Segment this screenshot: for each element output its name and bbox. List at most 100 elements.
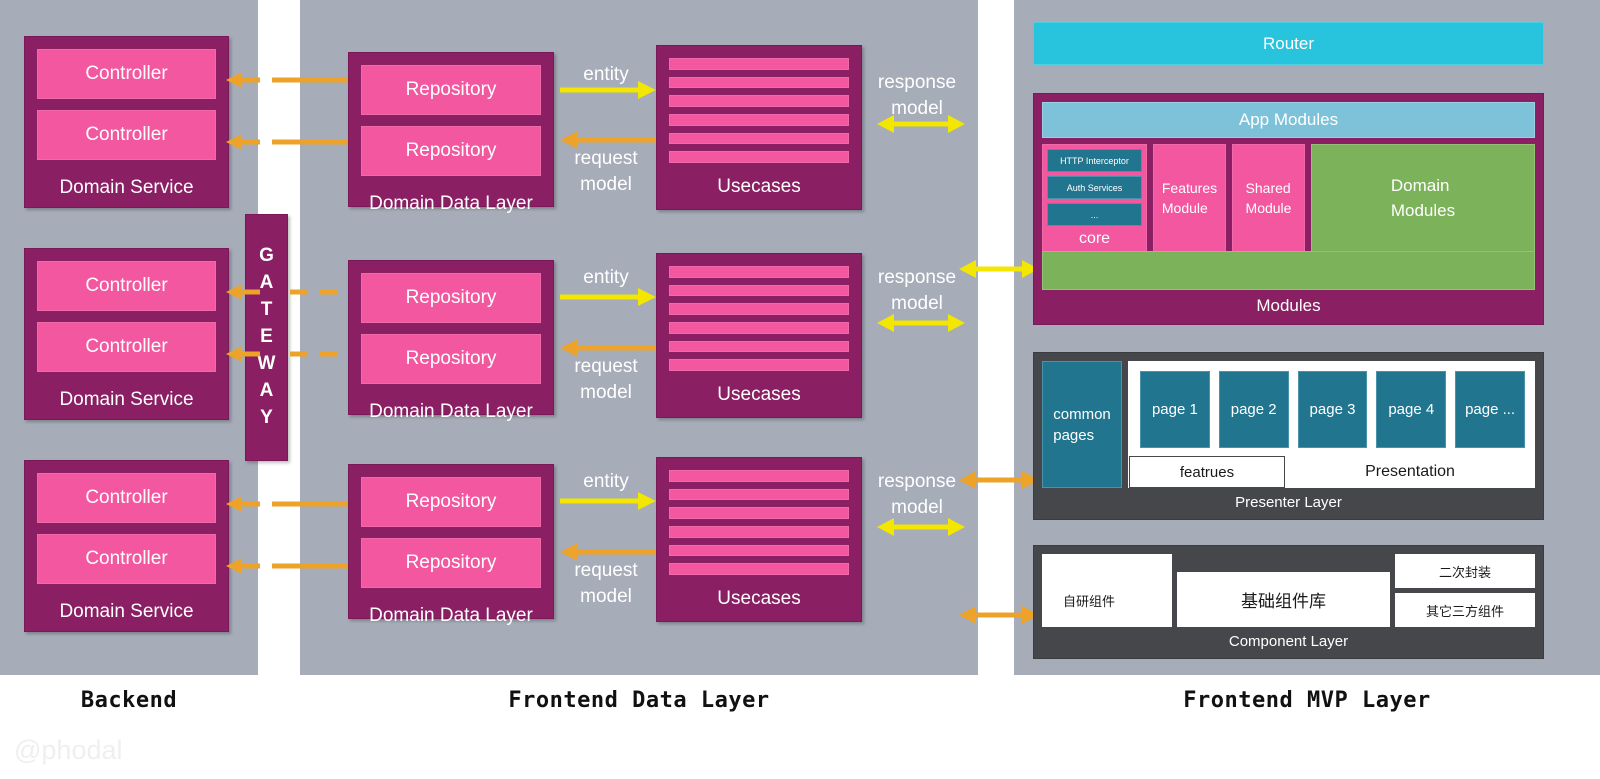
presenter-row: common pages page 1 page 2 page 3 page 4… (1042, 361, 1535, 488)
modules-link-arrow (958, 258, 1040, 280)
dashed-arrow-left (222, 344, 262, 364)
page-box[interactable]: page ... (1455, 371, 1525, 448)
wrapped-components-box[interactable]: 二次封装 (1395, 554, 1535, 588)
domain-service-title: Domain Service (59, 389, 194, 410)
component-link-arrow (958, 604, 1040, 626)
base-component-library-box[interactable]: 基础组件库 (1177, 572, 1390, 627)
domain-service-title: Domain Service (59, 601, 194, 622)
domain-data-layer-title: Domain Data Layer (369, 401, 533, 422)
entity-arrow (560, 80, 660, 100)
request-model-label: request model (574, 356, 638, 403)
controller-box[interactable]: Controller (37, 534, 216, 584)
presentation-area: page 1 page 2 page 3 page 4 page ... fea… (1128, 361, 1535, 488)
shared-module-box[interactable]: Shared Module (1232, 144, 1305, 253)
response-model-double-arrow (876, 113, 966, 135)
router-box[interactable]: Router (1033, 22, 1544, 65)
domain-service-group[interactable]: Controller Controller Domain Service (24, 36, 229, 208)
auth-services-box[interactable]: Auth Services (1047, 176, 1142, 200)
usecase-bar[interactable] (669, 507, 849, 520)
usecases-title: Usecases (717, 384, 801, 406)
domain-data-layer-group[interactable]: Repository Repository Domain Data Layer (348, 52, 554, 214)
presenter-layer[interactable]: common pages page 1 page 2 page 3 page 4… (1033, 352, 1544, 520)
component-row: 自研组件 基础组件库 二次封装 其它三方组件 (1042, 554, 1535, 627)
usecases-title: Usecases (717, 588, 801, 610)
controller-box[interactable]: Controller (37, 110, 216, 160)
watermark: @phodal (14, 735, 123, 765)
gateway-letter: G (259, 245, 274, 267)
domain-modules-box[interactable]: Domain Modules (1311, 144, 1535, 253)
modules-caption: Modules (1256, 296, 1321, 315)
domain-service-title: Domain Service (59, 177, 194, 198)
usecase-bar[interactable] (669, 359, 849, 372)
domain-data-layer-title: Domain Data Layer (369, 193, 533, 214)
component-right-column: 二次封装 其它三方组件 (1395, 554, 1535, 627)
core-ellipsis-box[interactable]: ... (1047, 203, 1142, 227)
usecases-group[interactable]: Usecases (656, 253, 862, 418)
page-box[interactable]: page 4 (1376, 371, 1447, 448)
domain-service-group[interactable]: Controller Controller Domain Service (24, 460, 229, 632)
usecase-bar[interactable] (669, 340, 849, 353)
repository-box[interactable]: Repository (361, 477, 541, 527)
domain-modules-extension (1042, 251, 1535, 290)
usecase-bar[interactable] (669, 266, 849, 278)
domain-data-layer-group[interactable]: Repository Repository Domain Data Layer (348, 464, 554, 626)
core-module-box[interactable]: HTTP Interceptor Auth Services ... core (1042, 144, 1147, 253)
common-pages-box[interactable]: common pages (1042, 361, 1122, 488)
self-built-components-box[interactable]: 自研组件 (1042, 554, 1172, 627)
presenter-layer-caption: Presenter Layer (1235, 494, 1342, 511)
usecase-bar[interactable] (669, 95, 849, 108)
panel-label-backend: Backend (80, 688, 178, 713)
gateway-letter: E (260, 326, 273, 348)
controller-box[interactable]: Controller (37, 49, 216, 99)
domain-data-layer-title: Domain Data Layer (369, 605, 533, 626)
usecase-bar[interactable] (669, 322, 849, 334)
featrues-box[interactable]: featrues (1129, 456, 1285, 488)
usecase-bar[interactable] (669, 470, 849, 482)
features-module-box[interactable]: Features Module (1153, 144, 1226, 253)
usecase-bar[interactable] (669, 132, 849, 145)
panel-label-frontend-data-layer: Frontend Data Layer (508, 688, 770, 713)
usecase-bar[interactable] (669, 58, 849, 70)
dashed-arrow-left (222, 282, 262, 302)
third-party-components-box[interactable]: 其它三方组件 (1395, 593, 1535, 627)
usecase-bar[interactable] (669, 151, 849, 164)
usecase-bar[interactable] (669, 563, 849, 576)
usecase-bar[interactable] (669, 303, 849, 316)
diagram-canvas: Controller Controller Domain Service Con… (0, 0, 1600, 779)
usecase-bar[interactable] (669, 284, 849, 297)
component-layer-caption: Component Layer (1228, 633, 1349, 650)
usecases-group[interactable]: Usecases (656, 457, 862, 622)
response-model-double-arrow (876, 516, 966, 538)
request-model-label: request model (574, 560, 638, 607)
app-modules-box[interactable]: App Modules (1042, 102, 1535, 139)
repository-box[interactable]: Repository (361, 334, 541, 384)
page-box[interactable]: page 3 (1297, 371, 1368, 448)
modules-box[interactable]: App Modules HTTP Interceptor Auth Servic… (1033, 93, 1544, 325)
repository-box[interactable]: Repository (361, 273, 541, 323)
response-model-double-arrow (876, 312, 966, 334)
entity-arrow (560, 491, 660, 511)
usecase-bar[interactable] (669, 76, 849, 89)
entity-arrow (560, 287, 660, 307)
controller-box[interactable]: Controller (37, 261, 216, 311)
controller-box[interactable]: Controller (37, 322, 216, 372)
repository-box[interactable]: Repository (361, 65, 541, 115)
page-box[interactable]: page 1 (1140, 371, 1210, 448)
repository-box[interactable]: Repository (361, 126, 541, 176)
controller-box[interactable]: Controller (37, 473, 216, 523)
component-layer[interactable]: 自研组件 基础组件库 二次封装 其它三方组件 Component Layer (1033, 545, 1544, 659)
usecase-bar[interactable] (669, 114, 849, 126)
domain-service-group[interactable]: Controller Controller Domain Service (24, 248, 229, 420)
usecase-bar[interactable] (669, 544, 849, 557)
repository-box[interactable]: Repository (361, 538, 541, 588)
domain-data-layer-group[interactable]: Repository Repository Domain Data Layer (348, 260, 554, 422)
page-box[interactable]: page 2 (1218, 371, 1289, 448)
http-interceptor-box[interactable]: HTTP Interceptor (1047, 149, 1142, 173)
panel-label-frontend-mvp-layer: Frontend MVP Layer (1183, 688, 1431, 713)
usecase-bar[interactable] (669, 488, 849, 501)
gateway-box[interactable]: G A T E W A Y (245, 214, 288, 461)
usecase-bar[interactable] (669, 526, 849, 538)
request-model-label: request model (574, 148, 638, 195)
usecases-group[interactable]: Usecases (656, 45, 862, 210)
modules-middle-row: HTTP Interceptor Auth Services ... core … (1042, 144, 1535, 253)
